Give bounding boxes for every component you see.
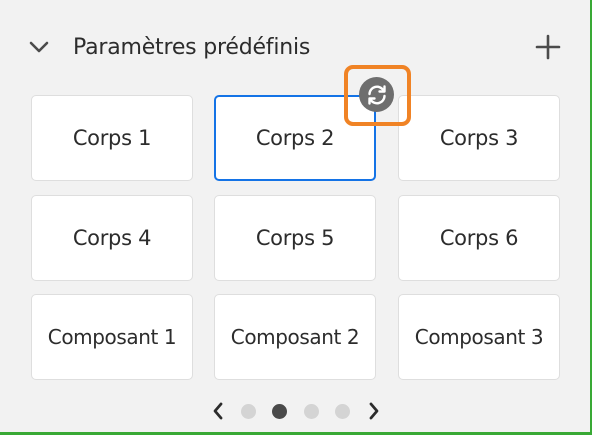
refresh-icon[interactable] <box>359 77 394 112</box>
pagination <box>0 399 592 423</box>
preset-tile-corps-1[interactable]: Corps 1 <box>31 95 193 181</box>
chevron-left-icon[interactable] <box>208 401 228 421</box>
plus-icon[interactable] <box>534 33 562 61</box>
preset-tile-composant-2[interactable]: Composant 2 <box>214 294 376 380</box>
panel-title: Paramètres prédéfinis <box>73 34 311 60</box>
chevron-down-icon[interactable] <box>28 36 50 58</box>
preset-tile-corps-5[interactable]: Corps 5 <box>214 195 376 281</box>
page-dot-3[interactable] <box>304 404 319 419</box>
page-dot-2[interactable] <box>272 404 287 419</box>
preset-tile-corps-2[interactable]: Corps 2 <box>214 95 376 181</box>
chevron-right-icon[interactable] <box>364 401 384 421</box>
page-dot-4[interactable] <box>335 404 350 419</box>
preset-tile-composant-1[interactable]: Composant 1 <box>31 294 193 380</box>
preset-tile-corps-6[interactable]: Corps 6 <box>398 195 560 281</box>
page-dot-1[interactable] <box>241 404 256 419</box>
preset-tile-corps-3[interactable]: Corps 3 <box>398 95 560 181</box>
preset-tile-corps-4[interactable]: Corps 4 <box>31 195 193 281</box>
preset-tile-composant-3[interactable]: Composant 3 <box>398 294 560 380</box>
presets-panel-header: Paramètres prédéfinis <box>28 26 562 68</box>
